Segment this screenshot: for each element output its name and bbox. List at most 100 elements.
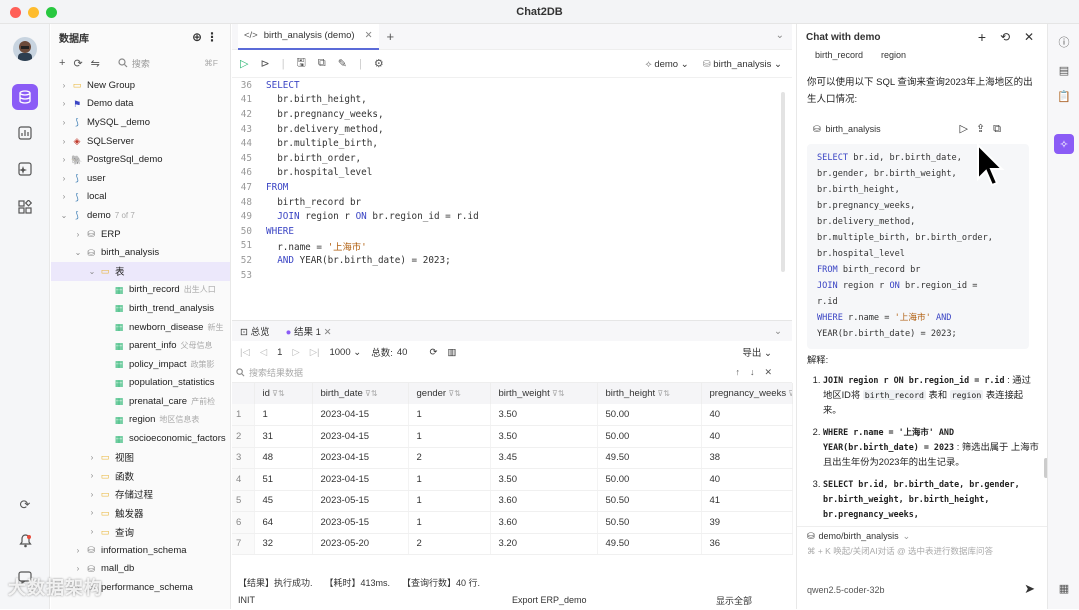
prev-page-icon[interactable]: ◁ [260, 347, 267, 358]
chevron-right-icon[interactable]: › [73, 546, 83, 555]
history-icon[interactable]: ⟲ [1000, 30, 1010, 44]
tree-node[interactable]: ▦ parent_info 父母信息 [51, 336, 230, 355]
chevron-right-icon[interactable]: › [59, 81, 69, 90]
tree-node[interactable]: ⌄ ▭ 表 [51, 261, 230, 281]
tree-node[interactable]: › ▭ 查询 [51, 522, 230, 541]
chevron-right-icon[interactable]: › [73, 564, 83, 573]
connection-select[interactable]: ⟡ demo ⌄ [645, 59, 688, 70]
filter-sort-icon[interactable]: ⊽⇅ [655, 389, 670, 398]
tab-overview[interactable]: ⊡ 总览 [240, 324, 270, 338]
database-icon[interactable] [12, 84, 38, 110]
ai-assistant-icon[interactable]: ✧ [1054, 134, 1074, 154]
database-select[interactable]: ⛁ birth_analysis ⌄ [703, 59, 782, 70]
table-row[interactable]: 3 48 2023-04-15 2 3.45 49.50 38 [232, 447, 793, 469]
chevron-right-icon[interactable]: › [87, 508, 97, 517]
export-button[interactable]: 导出 ⌄ [742, 345, 772, 359]
tree-node[interactable]: › ⟆ MySQL _demo [51, 113, 230, 132]
chevron-right-icon[interactable]: › [73, 230, 83, 239]
tree-node[interactable]: ▦ socioeconomic_factors [51, 429, 230, 448]
chevron-right-icon[interactable]: › [59, 155, 69, 164]
tree-node[interactable]: › ⛁ information_schema [51, 541, 230, 560]
tree-node[interactable]: ▦ policy_impact 政策影 [51, 355, 230, 374]
sync-icon[interactable]: ⇋ [91, 57, 100, 70]
filter-sort-icon[interactable]: ⊽⇅ [446, 389, 461, 398]
chevron-right-icon[interactable]: › [59, 99, 69, 108]
editor-scrollbar[interactable] [779, 92, 789, 292]
tree-search-input[interactable]: 搜索 [118, 57, 150, 70]
table-row[interactable]: 2 31 2023-04-15 1 3.50 50.00 40 [232, 425, 793, 448]
tree-node[interactable]: › ▭ 视图 [51, 448, 230, 467]
filter-sort-icon[interactable]: ⊽⇅ [786, 389, 791, 398]
column-header[interactable]: gender ⊽⇅ [408, 383, 491, 404]
close-icon[interactable]: ✕ [324, 327, 332, 338]
tree-node[interactable]: ▦ prenatal_care 产前检 [51, 392, 230, 411]
table-row[interactable]: 7 32 2023-05-20 2 3.20 49.50 36 [232, 533, 793, 555]
code-actions[interactable]: ▷⇪⧉ [959, 122, 1009, 136]
refresh-icon[interactable]: ⟳ [73, 57, 82, 70]
tab-result-1[interactable]: ● 结果 1 ✕ [286, 324, 332, 338]
refresh-icon[interactable]: ⟳ [14, 494, 36, 516]
next-page-icon[interactable]: ▷ [292, 347, 299, 358]
tree-node[interactable]: ▦ birth_trend_analysis [51, 299, 230, 318]
chat-input[interactable]: ⌘ + K 唤起/关闭AI对话 @ 选中表进行数据库问答 [797, 545, 1047, 585]
tree-node[interactable]: › ⚑ Demo data [51, 95, 230, 114]
filter-sort-icon[interactable]: ⊽⇅ [550, 389, 565, 398]
tree-node[interactable]: › ⛁ ERP [51, 225, 230, 244]
table-row[interactable]: 5 45 2023-05-15 1 3.60 50.50 41 [232, 490, 793, 512]
tree-node[interactable]: › ⟆ local [51, 188, 230, 207]
export-link[interactable]: Export ERP_demo [512, 595, 587, 605]
last-page-icon[interactable]: ▷| [310, 347, 320, 358]
chevron-down-icon[interactable]: ⌄ [774, 326, 782, 337]
maximize-window-button[interactable] [46, 7, 57, 18]
save-icon[interactable]: 🖫 [297, 54, 306, 73]
column-header[interactable]: pregnancy_weeks ⊽⇅ [701, 383, 793, 404]
target-icon[interactable]: ⊕ [192, 30, 202, 44]
tree-node[interactable]: › 🐘 PostgreSql_demo [51, 150, 230, 169]
chevron-right-icon[interactable]: › [87, 471, 97, 480]
bell-icon[interactable] [14, 530, 36, 552]
close-icon[interactable]: ✕ [365, 30, 373, 41]
chart-icon[interactable]: ▥ [447, 347, 456, 358]
tab-birth-analysis[interactable]: </> birth_analysis (demo) ✕ [238, 23, 379, 50]
document-icon[interactable]: ▤ [1056, 62, 1072, 78]
tree-node[interactable]: ⌄ ⛁ birth_analysis [51, 243, 230, 262]
add-icon[interactable]: + [59, 57, 65, 69]
tree-node[interactable]: ▦ newborn_disease 新生 [51, 318, 230, 337]
chevron-right-icon[interactable]: › [87, 453, 97, 462]
page-number[interactable]: 1 [277, 347, 282, 358]
search-nav-icons[interactable]: ↑↓✕ [735, 367, 782, 378]
tag-birth-record[interactable]: birth_record [815, 50, 863, 64]
tree-node[interactable]: › ◈ SQLServer [51, 132, 230, 151]
first-page-icon[interactable]: |◁ [240, 347, 250, 358]
filter-sort-icon[interactable]: ⊽⇅ [363, 389, 378, 398]
column-header[interactable]: id ⊽⇅ [254, 383, 313, 404]
tree-node[interactable]: ⌄ ⟆ demo 7 of 7 [51, 206, 230, 225]
chevron-right-icon[interactable]: › [59, 137, 69, 146]
filter-sort-icon[interactable]: ⊽⇅ [270, 389, 285, 398]
notes-icon[interactable]: ▦ [1056, 580, 1072, 596]
chevron-down-icon[interactable]: ⌄ [87, 267, 97, 276]
settings-icon[interactable]: ⚙ [374, 57, 384, 70]
tree-node[interactable]: › ⟆ user [51, 169, 230, 188]
chevron-right-icon[interactable]: › [59, 192, 69, 201]
tree-node[interactable]: ▦ birth_record 出生人口 [51, 281, 230, 300]
chat-context[interactable]: ⛁ demo/birth_analysis ⌄ [797, 527, 1047, 545]
more-icon[interactable]: ⋮ [206, 30, 218, 44]
model-select[interactable]: qwen2.5-coder-32b [807, 585, 885, 595]
column-header[interactable]: birth_date ⊽⇅ [312, 383, 409, 404]
chevron-down-icon[interactable]: ⌄ [59, 211, 69, 220]
run-icon[interactable]: ▷ [240, 57, 248, 70]
sql-editor[interactable]: 36 SELECT 41 br.birth_height, 42 br.pregnan… [232, 78, 792, 296]
show-all-link[interactable]: 显示全部 [716, 594, 752, 607]
new-chat-button[interactable]: + [978, 29, 986, 45]
close-window-button[interactable] [10, 7, 21, 18]
chevron-right-icon[interactable]: › [59, 174, 69, 183]
tag-region[interactable]: region [881, 50, 906, 64]
chevron-right-icon[interactable]: › [87, 527, 97, 536]
run-plan-icon[interactable]: ⊳ [260, 57, 269, 70]
chevron-down-icon[interactable]: ⌄ [73, 248, 83, 257]
close-icon[interactable]: ✕ [1024, 30, 1034, 44]
tree-node[interactable]: › ▭ 触发器 [51, 504, 230, 523]
extensions-icon[interactable] [14, 196, 36, 218]
refresh-icon[interactable]: ⟳ [429, 347, 437, 358]
